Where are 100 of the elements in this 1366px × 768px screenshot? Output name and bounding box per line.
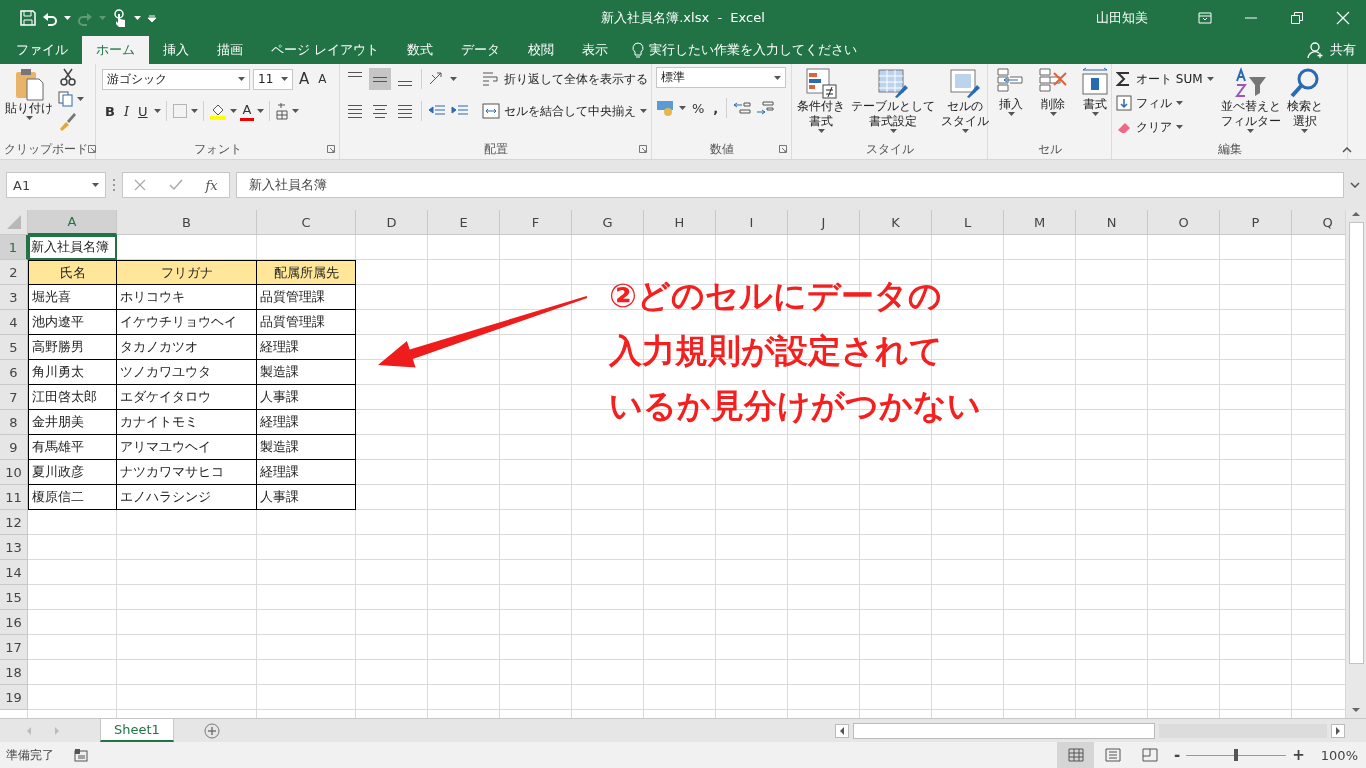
caret-icon[interactable] bbox=[281, 77, 288, 81]
row-header[interactable]: 17 bbox=[0, 635, 28, 660]
table-cell[interactable]: 人事課 bbox=[257, 485, 356, 510]
dialog-launcher-icon[interactable] bbox=[327, 145, 335, 153]
ribbon-button[interactable]: 挿入 bbox=[992, 67, 1030, 139]
number-format-dropdown[interactable]: 標準 bbox=[656, 67, 786, 88]
row-header[interactable]: 3 bbox=[0, 285, 28, 310]
caret-icon[interactable] bbox=[774, 75, 781, 80]
column-header[interactable]: E bbox=[428, 210, 500, 235]
table-cell[interactable]: タカノカツオ bbox=[117, 335, 257, 360]
underline-button[interactable]: U bbox=[135, 100, 151, 122]
row-header[interactable]: 18 bbox=[0, 660, 28, 685]
ribbon-tab[interactable]: 校閲 bbox=[514, 36, 569, 64]
table-cell[interactable]: ナツカワマサヒコ bbox=[117, 460, 257, 485]
autosum-button[interactable]: オート SUM bbox=[1116, 67, 1214, 91]
caret-icon[interactable] bbox=[1247, 129, 1255, 133]
name-box[interactable]: A1 bbox=[6, 172, 106, 198]
ribbon-button[interactable]: テーブルとして 書式設定 bbox=[850, 67, 936, 139]
table-cell[interactable]: アリマユウヘイ bbox=[117, 435, 257, 460]
table-cell[interactable]: イケウチリョウヘイ bbox=[117, 310, 257, 335]
italic-button[interactable]: I bbox=[120, 100, 133, 122]
font-size-dropdown[interactable]: 11 bbox=[253, 68, 293, 90]
touch-icon[interactable] bbox=[112, 9, 128, 27]
shrink-font-button[interactable]: A bbox=[315, 68, 330, 90]
ribbon-tab[interactable]: 描画 bbox=[203, 36, 257, 64]
scroll-left-icon[interactable] bbox=[835, 723, 849, 738]
table-cell[interactable]: 品質管理課 bbox=[257, 310, 356, 335]
table-cell[interactable]: 榎原信二 bbox=[28, 485, 117, 510]
clear-button[interactable]: クリア bbox=[1116, 115, 1214, 139]
collapse-ribbon-icon[interactable] bbox=[1342, 147, 1352, 153]
ribbon-button[interactable]: 削除 bbox=[1034, 67, 1072, 139]
sheet-tab[interactable]: Sheet1 bbox=[100, 719, 174, 742]
column-header[interactable]: I bbox=[716, 210, 788, 235]
row-header[interactable]: 9 bbox=[0, 435, 28, 460]
caret-icon[interactable] bbox=[1176, 125, 1183, 129]
row-header[interactable]: 4 bbox=[0, 310, 28, 335]
comma-button[interactable]: , bbox=[710, 97, 722, 119]
zoom-out-button[interactable]: - bbox=[1168, 746, 1187, 764]
caret-icon[interactable] bbox=[25, 116, 33, 120]
ribbon-tab[interactable]: ページ レイアウト bbox=[257, 36, 394, 64]
font-color-button[interactable]: A bbox=[239, 101, 255, 121]
row-header[interactable]: 19 bbox=[0, 685, 28, 710]
table-cell[interactable]: エダケイタロウ bbox=[117, 385, 257, 410]
vertical-align-button[interactable] bbox=[369, 68, 391, 90]
percent-button[interactable]: % bbox=[689, 97, 708, 119]
caret-icon[interactable] bbox=[1301, 129, 1309, 133]
fill-color-icon[interactable] bbox=[208, 102, 227, 120]
dialog-launcher-icon[interactable] bbox=[639, 145, 647, 153]
brush-icon[interactable] bbox=[58, 111, 78, 131]
zoom-level[interactable]: 100% bbox=[1310, 747, 1366, 763]
caret-icon[interactable] bbox=[1206, 77, 1214, 81]
table-cell[interactable]: 有馬雄平 bbox=[28, 435, 117, 460]
ribbon-button[interactable]: セルの スタイル bbox=[940, 67, 990, 139]
grow-font-button[interactable]: A bbox=[296, 68, 313, 90]
caret-icon[interactable] bbox=[257, 109, 265, 113]
header-cell[interactable]: 氏名 bbox=[28, 260, 117, 285]
vertical-scrollbar-thumb[interactable] bbox=[1348, 222, 1364, 664]
user-name[interactable]: 山田知美 bbox=[1096, 9, 1148, 27]
table-cell[interactable]: 製造課 bbox=[257, 435, 356, 460]
table-cell[interactable]: 経理課 bbox=[257, 335, 356, 360]
table-cell[interactable]: エノハラシンジ bbox=[117, 485, 257, 510]
column-header[interactable]: K bbox=[860, 210, 932, 235]
row-header[interactable]: 12 bbox=[0, 510, 28, 535]
table-cell[interactable]: 人事課 bbox=[257, 385, 356, 410]
column-header[interactable]: A bbox=[28, 210, 117, 235]
copy-icon[interactable] bbox=[58, 91, 74, 107]
save-icon[interactable] bbox=[20, 10, 36, 26]
caret-icon[interactable] bbox=[1007, 112, 1015, 116]
view-button[interactable] bbox=[1057, 742, 1094, 768]
undo-icon[interactable] bbox=[42, 10, 58, 26]
ribbon-tab[interactable]: 挿入 bbox=[149, 36, 203, 64]
increase-decimal-icon[interactable] bbox=[732, 100, 753, 116]
caret-icon[interactable] bbox=[229, 109, 237, 113]
table-cell[interactable]: 経理課 bbox=[257, 460, 356, 485]
ribbon-tab[interactable]: ホーム bbox=[82, 36, 149, 64]
scroll-right-icon[interactable] bbox=[1331, 723, 1345, 738]
table-cell[interactable]: 堀光喜 bbox=[28, 285, 117, 310]
column-header[interactable]: O bbox=[1148, 210, 1220, 235]
check-icon[interactable] bbox=[168, 179, 183, 191]
caret-icon[interactable] bbox=[679, 106, 686, 110]
cut-icon[interactable] bbox=[58, 67, 78, 87]
phonetic-icon[interactable] bbox=[275, 102, 290, 120]
caret-icon[interactable] bbox=[961, 129, 969, 133]
zoom-in-button[interactable]: + bbox=[1286, 746, 1311, 764]
close-icon[interactable] bbox=[1336, 11, 1350, 25]
column-header[interactable]: P bbox=[1220, 210, 1292, 235]
row-header[interactable]: 7 bbox=[0, 385, 28, 410]
column-header[interactable]: H bbox=[644, 210, 716, 235]
macro-record-icon[interactable] bbox=[74, 748, 88, 762]
table-cell[interactable]: 経理課 bbox=[257, 410, 356, 435]
table-cell[interactable]: 江田啓太郎 bbox=[28, 385, 117, 410]
row-header[interactable]: 6 bbox=[0, 360, 28, 385]
ribbon-button[interactable]: 書式 bbox=[1076, 67, 1114, 139]
caret-icon[interactable] bbox=[1049, 112, 1057, 116]
row-header[interactable]: 14 bbox=[0, 560, 28, 585]
caret-icon[interactable] bbox=[64, 16, 71, 20]
table-cell[interactable]: 金井朋美 bbox=[28, 410, 117, 435]
insert-function-button[interactable]: fx bbox=[205, 177, 218, 193]
formula-field[interactable]: 新入社員名簿 bbox=[236, 172, 1344, 198]
table-cell[interactable]: カナイトモミ bbox=[117, 410, 257, 435]
